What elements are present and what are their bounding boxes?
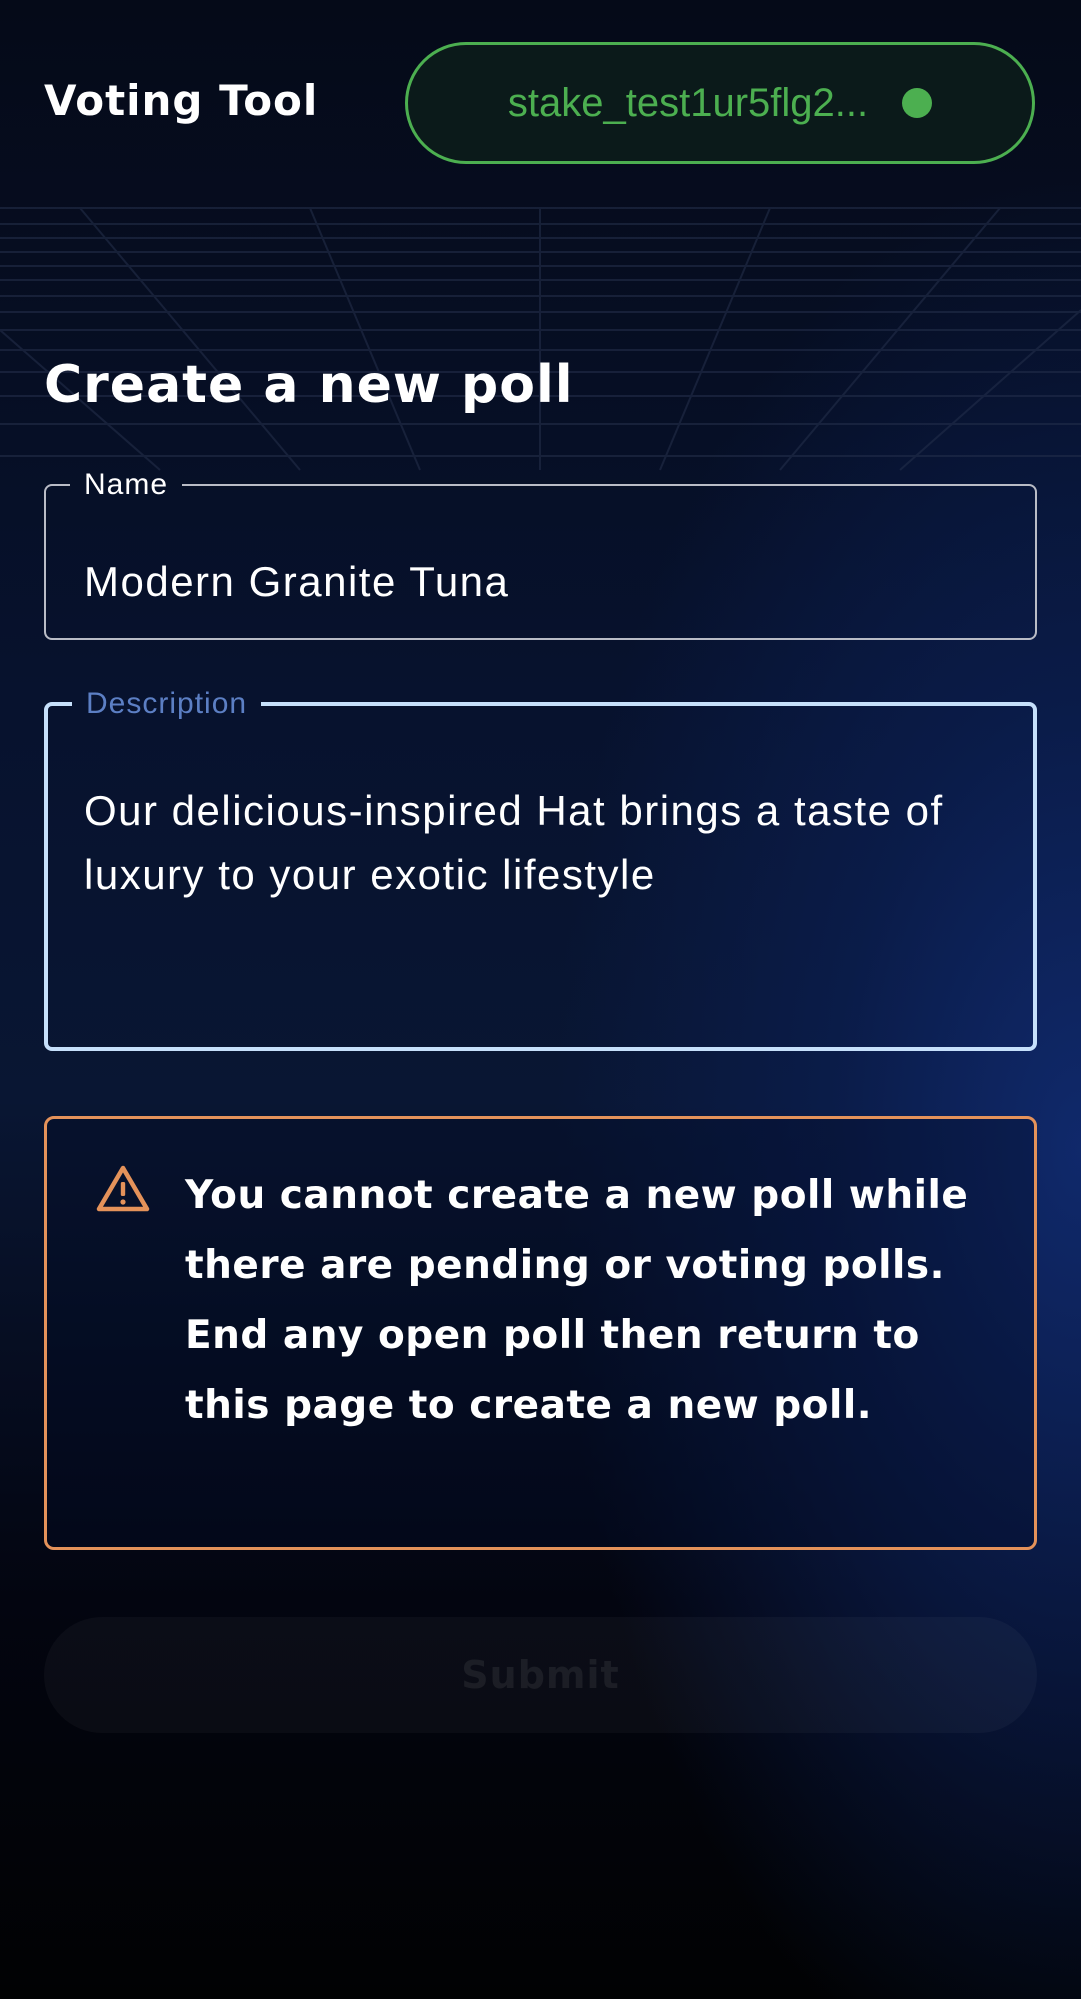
- description-field: Description Our delicious-inspired Hat b…: [44, 689, 1037, 1051]
- app-title: Voting Tool: [44, 76, 319, 125]
- description-textarea[interactable]: Our delicious-inspired Hat brings a tast…: [84, 779, 1004, 1019]
- name-field: Name: [44, 470, 1037, 640]
- app-header: Voting Tool stake_test1ur5flg2...: [0, 0, 1081, 200]
- warning-alert: You cannot create a new poll while there…: [44, 1116, 1037, 1550]
- name-field-label: Name: [84, 468, 169, 501]
- page-title: Create a new poll: [44, 355, 574, 415]
- name-input[interactable]: [84, 558, 984, 606]
- alert-message: You cannot create a new poll while there…: [185, 1173, 969, 1428]
- description-field-label: Description: [86, 687, 248, 720]
- background-grid: [0, 207, 1081, 471]
- submit-button[interactable]: Submit: [44, 1617, 1037, 1733]
- wallet-connect-button[interactable]: stake_test1ur5flg2...: [405, 42, 1035, 164]
- status-dot-icon: [902, 88, 933, 118]
- warning-icon: [96, 1165, 150, 1212]
- wallet-address: stake_test1ur5flg2...: [507, 80, 869, 125]
